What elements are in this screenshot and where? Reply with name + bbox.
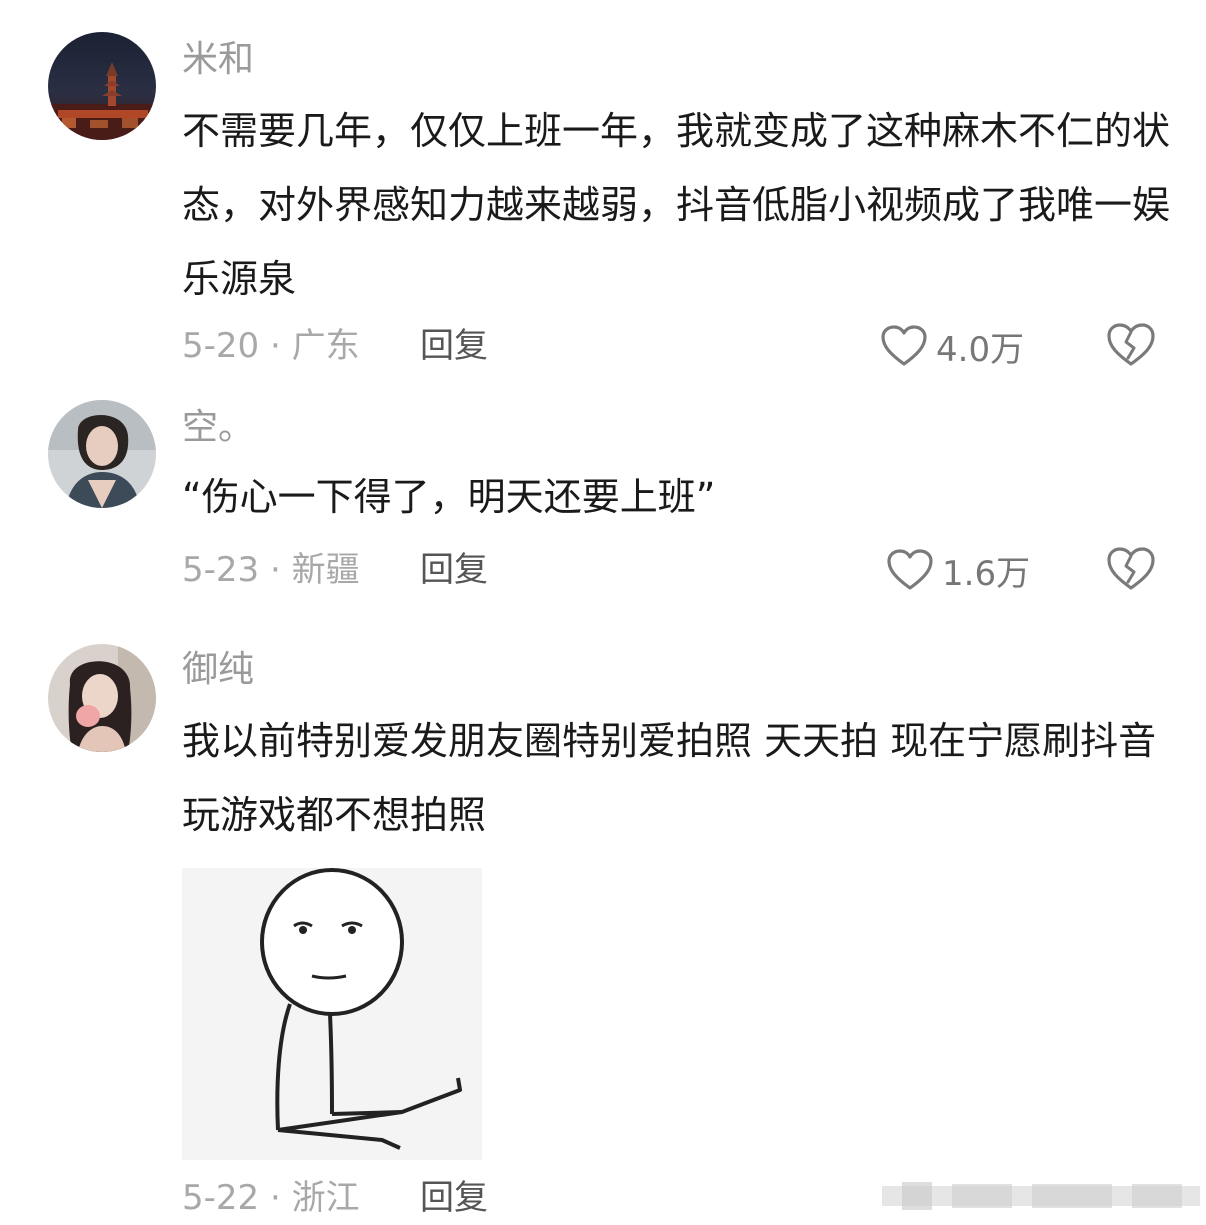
comment-meta: 5-22 · 浙江 xyxy=(182,1178,360,1218)
comment-text: 我以前特别爱发朋友圈特别爱拍照 天天拍 现在宁愿刷抖音玩游戏都不想拍照 xyxy=(182,719,1157,837)
username[interactable]: 空。 xyxy=(182,406,254,450)
like-count: 4.0万 xyxy=(936,329,1025,370)
avatar-night-pagoda-image xyxy=(48,32,156,140)
avatar[interactable] xyxy=(48,644,156,752)
like-button[interactable]: 1.6万 xyxy=(886,546,1030,594)
username[interactable]: 米和 xyxy=(182,38,254,82)
avatar-portrait-image xyxy=(48,400,156,508)
reply-button[interactable]: 回复 xyxy=(420,548,488,592)
broken-heart-icon xyxy=(1106,323,1156,372)
watermark-image xyxy=(882,1178,1200,1214)
dislike-button[interactable] xyxy=(1106,546,1156,594)
heart-outline-icon xyxy=(880,324,928,368)
meme-sticker-image[interactable] xyxy=(182,868,482,1160)
comment-text: “伤心一下得了，明天还要上班” xyxy=(182,475,716,519)
broken-heart-icon xyxy=(1106,547,1156,596)
stick-figure-meme-drawing xyxy=(182,868,482,1160)
avatar[interactable] xyxy=(48,400,156,508)
like-button[interactable]: 4.0万 xyxy=(880,322,1024,370)
avatar[interactable] xyxy=(48,32,156,140)
comment-meta: 5-20 · 广东 xyxy=(182,326,360,366)
comment-meta: 5-23 · 新疆 xyxy=(182,550,360,590)
avatar-selfie-image xyxy=(48,644,156,752)
comment-text: 不需要几年，仅仅上班一年，我就变成了这种麻木不仁的状态，对外界感知力越来越弱，抖… xyxy=(182,109,1171,301)
reply-button[interactable]: 回复 xyxy=(420,324,488,368)
like-count: 1.6万 xyxy=(942,553,1031,594)
dislike-button[interactable] xyxy=(1106,322,1156,370)
reply-button[interactable]: 回复 xyxy=(420,1176,488,1220)
heart-outline-icon xyxy=(886,548,934,592)
username[interactable]: 御纯 xyxy=(182,648,254,692)
